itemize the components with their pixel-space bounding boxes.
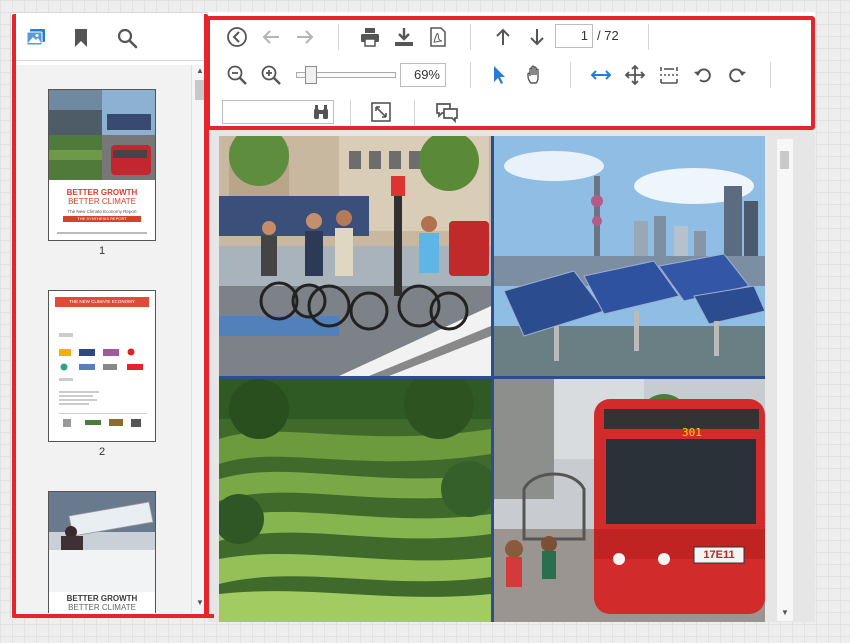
bus-license-plate: 17E11 [703,549,735,561]
document-page: 301 17E11 [219,136,765,622]
photo-bus-station: 301 17E11 [494,379,765,622]
rice-terraces-image [219,379,491,622]
page-divider-vertical [491,136,494,622]
highlight-toolbar [206,16,815,130]
highlight-thumbnail-pane [12,14,208,618]
highlight-bottom-bar [20,614,214,618]
solar-skyline-image [494,136,765,376]
cyclists-image [219,136,491,376]
bus-route-number: 301 [682,426,702,439]
document-scrollbar[interactable]: ▼ [777,139,793,621]
document-scrollbar-thumb[interactable] [780,151,789,169]
photo-solar-skyline [494,136,765,376]
photo-rice-terraces [219,379,491,622]
page-divider-horizontal [219,376,765,379]
photo-cyclists [219,136,491,376]
bus-station-image [494,379,765,622]
document-view[interactable]: 301 17E11 ▼ [208,129,815,622]
highlight-document-edge [205,125,213,615]
document-scroll-down-arrow[interactable]: ▼ [777,607,793,619]
